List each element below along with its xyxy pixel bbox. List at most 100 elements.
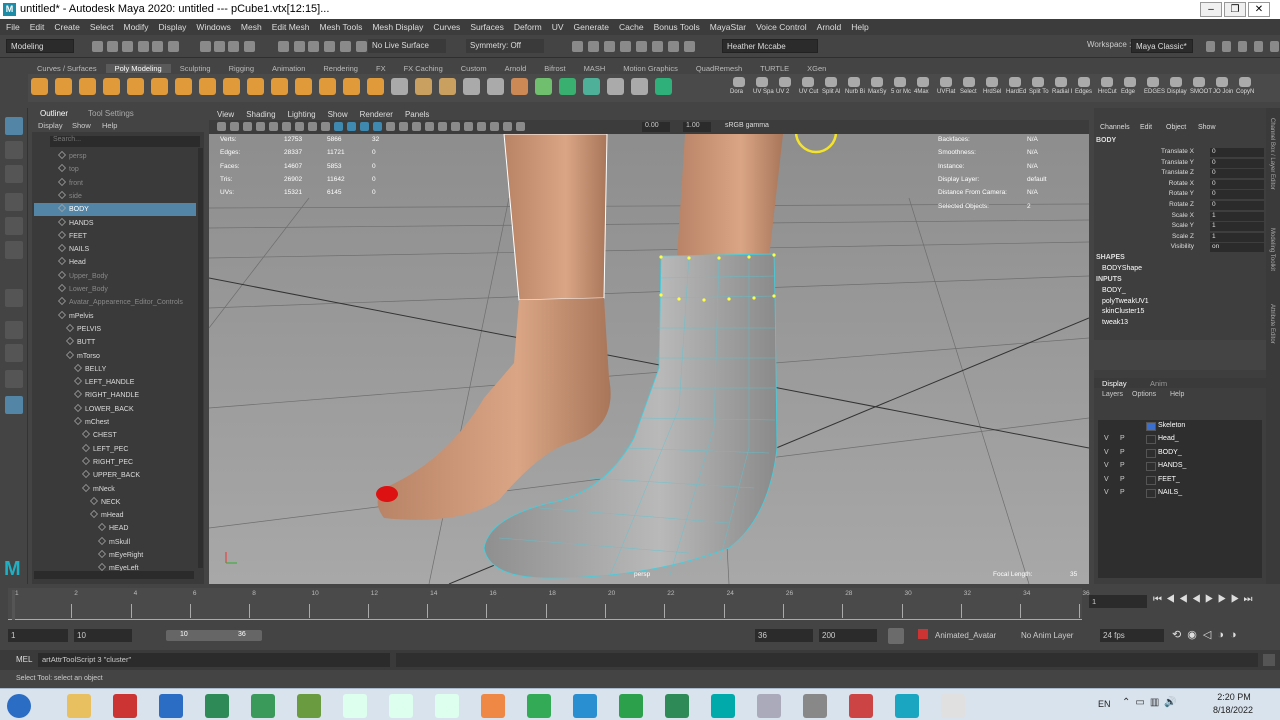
outliner-item[interactable]: Head bbox=[34, 256, 196, 269]
move-tool-icon[interactable] bbox=[5, 193, 23, 211]
shelf-tool-icon[interactable] bbox=[415, 78, 432, 95]
shelf-tab-turtle[interactable]: TURTLE bbox=[751, 64, 798, 73]
viewport-tool-icon[interactable] bbox=[282, 122, 291, 131]
side-tab[interactable]: Modeling Toolkit bbox=[1269, 228, 1275, 271]
viewport-tool-icon[interactable] bbox=[386, 122, 395, 131]
menu-help[interactable]: Help bbox=[851, 22, 868, 32]
layer-visibility-toggle[interactable]: V bbox=[1104, 462, 1109, 469]
outliner-item[interactable]: RIGHT_PEC bbox=[34, 456, 196, 469]
select-tool-icon[interactable] bbox=[5, 117, 23, 135]
viewport-tool-icon[interactable] bbox=[321, 122, 330, 131]
side-tab[interactable]: Attribute Editor bbox=[1269, 304, 1275, 344]
shelf-script-icon[interactable] bbox=[1009, 77, 1021, 87]
viewport-3d[interactable]: Verts: 12753 5866 32 Edges: 28337 11721 0 Faces:… bbox=[209, 108, 1089, 584]
time-slider[interactable]: 1 2 4 6 8 10 12 14 16 18 20 22 24 26 28 30 32 34 36 1 ⏮◀◀◀… bbox=[0, 586, 1280, 624]
shelf-tool-icon[interactable] bbox=[607, 78, 624, 95]
shelf-script-icon[interactable] bbox=[1078, 77, 1090, 87]
viewport-tool-icon[interactable] bbox=[230, 122, 239, 131]
gamma-field[interactable]: 1.00 bbox=[683, 122, 711, 132]
layer-color-swatch[interactable] bbox=[1146, 422, 1156, 431]
shelf-script-icon[interactable] bbox=[1124, 77, 1136, 87]
shelf-tab-custom[interactable]: Custom bbox=[452, 64, 496, 73]
status-tool-icon[interactable] bbox=[356, 41, 367, 52]
outliner-menu-display[interactable]: Display bbox=[38, 121, 63, 130]
playback-options-icons[interactable]: ⟲◉◁◑◑ bbox=[1172, 628, 1272, 644]
scale-tool-icon[interactable] bbox=[5, 241, 23, 259]
shelf-script-icon[interactable] bbox=[779, 77, 791, 87]
status-tool-icon[interactable] bbox=[636, 41, 647, 52]
channels-menu-object[interactable]: Object bbox=[1166, 124, 1186, 131]
shelf-tool-icon[interactable] bbox=[247, 78, 264, 95]
shelf-tab-fx[interactable]: FX bbox=[367, 64, 395, 73]
status-tool-icon[interactable] bbox=[340, 41, 351, 52]
outliner-item[interactable]: mHead bbox=[34, 509, 196, 522]
outliner-item[interactable]: mSkull bbox=[34, 536, 196, 549]
paint-select-icon[interactable] bbox=[5, 165, 23, 183]
outliner-item[interactable]: mPelvis bbox=[34, 310, 196, 323]
channel-value-field[interactable]: 0 bbox=[1210, 169, 1264, 179]
status-tool-icon[interactable] bbox=[324, 41, 335, 52]
input-node[interactable]: skinCluster15 bbox=[1102, 308, 1144, 315]
viewport-tool-icon[interactable] bbox=[425, 122, 434, 131]
menu-voice-control[interactable]: Voice Control bbox=[756, 22, 807, 32]
shelf-tool-icon[interactable] bbox=[199, 78, 216, 95]
outliner-item[interactable]: HEAD bbox=[34, 522, 196, 535]
layer-name[interactable]: NAILS_ bbox=[1158, 489, 1182, 496]
taskbar-app-icon[interactable] bbox=[527, 694, 551, 718]
status-tool-icon[interactable] bbox=[200, 41, 211, 52]
outliner-item[interactable]: front bbox=[34, 177, 196, 190]
shelf-tool-icon[interactable] bbox=[535, 78, 552, 95]
menu-surfaces[interactable]: Surfaces bbox=[470, 22, 504, 32]
status-tool-icon[interactable] bbox=[214, 41, 225, 52]
viewport-tool-icon[interactable] bbox=[451, 122, 460, 131]
layer-visibility-toggle[interactable]: V bbox=[1104, 435, 1109, 442]
shelf-tab-mash[interactable]: MASH bbox=[575, 64, 615, 73]
workspace-dropdown[interactable]: Maya Classic* bbox=[1131, 39, 1193, 53]
outliner-item[interactable]: NECK bbox=[34, 496, 196, 509]
viewport-menu-panels[interactable]: Panels bbox=[405, 110, 429, 119]
menu-cache[interactable]: Cache bbox=[619, 22, 644, 32]
layer-color-swatch[interactable] bbox=[1146, 448, 1156, 458]
shelf-tool-icon[interactable] bbox=[487, 78, 504, 95]
status-tool-icon[interactable] bbox=[308, 41, 319, 52]
outliner-item[interactable]: Lower_Body bbox=[34, 283, 196, 296]
layer-visibility-toggle[interactable]: V bbox=[1104, 489, 1109, 496]
channel-value-field[interactable]: on bbox=[1210, 243, 1264, 253]
system-tray-icons[interactable]: ⌃▭▥🔊 bbox=[1122, 697, 1202, 711]
shelf-script-icon[interactable] bbox=[986, 77, 998, 87]
status-tool-icon[interactable] bbox=[244, 41, 255, 52]
channel-attribute[interactable]: Translate X 0 bbox=[1094, 148, 1264, 158]
shelf-script-icon[interactable] bbox=[1055, 77, 1067, 87]
menu-mesh[interactable]: Mesh bbox=[241, 22, 262, 32]
character-set-dropdown[interactable]: Animated_Avatar bbox=[935, 631, 996, 640]
taskbar-app-icon[interactable] bbox=[343, 694, 367, 718]
status-tool-icon[interactable] bbox=[684, 41, 695, 52]
lasso-tool-icon[interactable] bbox=[5, 141, 23, 159]
shelf-tab-xgen[interactable]: XGen bbox=[798, 64, 835, 73]
shelf-tool-icon[interactable] bbox=[295, 78, 312, 95]
shelf-tab-bifrost[interactable]: Bifrost bbox=[535, 64, 574, 73]
status-tool-icon[interactable] bbox=[92, 41, 103, 52]
viewport-tool-icon[interactable] bbox=[360, 122, 369, 131]
input-node[interactable]: tweak13 bbox=[1102, 319, 1128, 326]
shelf-script-icon[interactable] bbox=[1193, 77, 1205, 87]
channel-attribute[interactable]: Translate Y 0 bbox=[1094, 158, 1264, 169]
menu-display[interactable]: Display bbox=[159, 22, 187, 32]
fps-dropdown[interactable]: 24 fps bbox=[1100, 629, 1164, 642]
taskbar-app-icon[interactable] bbox=[205, 694, 229, 718]
viewport-menu-shading[interactable]: Shading bbox=[246, 110, 275, 119]
playback-controls[interactable]: ⏮◀◀◀▶▶▶⏭ bbox=[1153, 594, 1273, 608]
menu-windows[interactable]: Windows bbox=[196, 22, 230, 32]
outliner-item[interactable]: mEyeRight bbox=[34, 549, 196, 562]
outliner-hscrollbar[interactable] bbox=[34, 571, 194, 579]
anim-layer-dropdown[interactable]: No Anim Layer bbox=[1021, 631, 1073, 640]
status-tool-icon[interactable] bbox=[588, 41, 599, 52]
status-tool-icon[interactable] bbox=[652, 41, 663, 52]
layout-outliner-icon[interactable] bbox=[5, 396, 23, 414]
channel-attribute[interactable]: Visibility on bbox=[1094, 243, 1264, 253]
shelf-tool-icon[interactable] bbox=[559, 78, 576, 95]
outliner-item[interactable]: persp bbox=[34, 150, 196, 163]
channel-attribute[interactable]: Rotate Y 0 bbox=[1094, 190, 1264, 200]
menu-set-dropdown[interactable]: Modeling bbox=[6, 39, 74, 53]
shelf-tool-icon[interactable] bbox=[319, 78, 336, 95]
